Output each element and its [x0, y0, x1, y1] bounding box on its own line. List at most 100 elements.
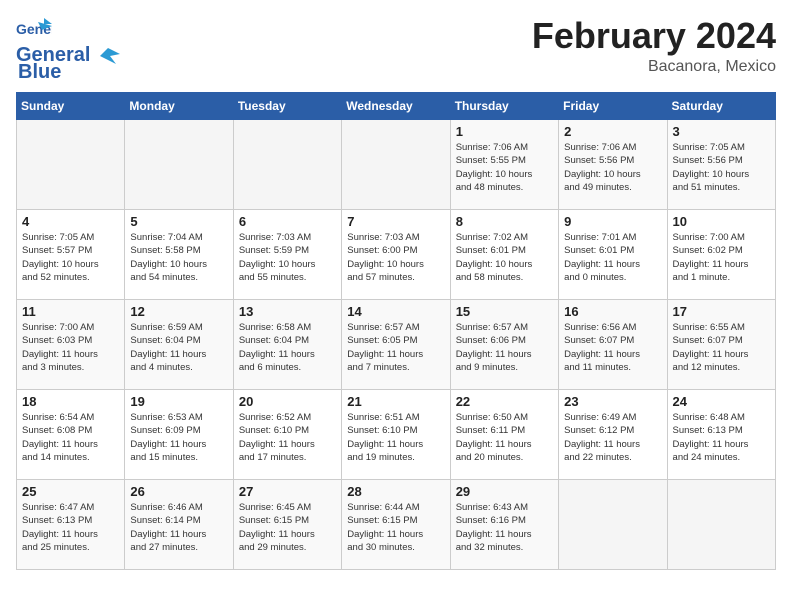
calendar-cell: 10Sunrise: 7:00 AMSunset: 6:02 PMDayligh… [667, 210, 775, 300]
month-title: February 2024 [532, 16, 776, 56]
day-info: Sunrise: 6:51 AMSunset: 6:10 PMDaylight:… [347, 411, 444, 464]
day-number: 7 [347, 214, 444, 229]
title-area: February 2024 Bacanora, Mexico [532, 16, 776, 76]
day-number: 13 [239, 304, 336, 319]
day-info: Sunrise: 6:56 AMSunset: 6:07 PMDaylight:… [564, 321, 661, 374]
day-number: 4 [22, 214, 119, 229]
day-info: Sunrise: 7:04 AMSunset: 5:58 PMDaylight:… [130, 231, 227, 284]
calendar-cell: 16 Sunrise: 6:56 AMSunset: 6:07 PMDayligh… [559, 300, 667, 390]
day-number: 26 [130, 484, 227, 499]
calendar-week-row: 1 Sunrise: 7:06 AMSunset: 5:55 PMDaylight… [17, 120, 776, 210]
calendar-cell: 4 Sunrise: 7:05 AMSunset: 5:57 PMDaylight… [17, 210, 125, 300]
weekday-header-friday: Friday [559, 93, 667, 120]
day-number: 19 [130, 394, 227, 409]
day-number: 5 [130, 214, 227, 229]
day-info: Sunrise: 7:05 AMSunset: 5:56 PMDaylight:… [673, 141, 770, 194]
day-number: 11 [22, 304, 119, 319]
day-info: Sunrise: 6:47 AMSunset: 6:13 PMDaylight:… [22, 501, 119, 554]
calendar-cell: 28 Sunrise: 6:44 AMSunset: 6:15 PMDayligh… [342, 480, 450, 570]
calendar-cell: 8 Sunrise: 7:02 AMSunset: 6:01 PMDaylight… [450, 210, 558, 300]
day-number: 22 [456, 394, 553, 409]
day-info: Sunrise: 6:55 AMSunset: 6:07 PMDaylight:… [673, 321, 770, 374]
calendar-cell: 22 Sunrise: 6:50 AMSunset: 6:11 PMDayligh… [450, 390, 558, 480]
calendar-cell [342, 120, 450, 210]
calendar-week-row: 25Sunrise: 6:47 AMSunset: 6:13 PMDayligh… [17, 480, 776, 570]
day-number: 29 [456, 484, 553, 499]
day-info: Sunrise: 6:46 AMSunset: 6:14 PMDaylight:… [130, 501, 227, 554]
calendar-cell: 26 Sunrise: 6:46 AMSunset: 6:14 PMDayligh… [125, 480, 233, 570]
day-number: 14 [347, 304, 444, 319]
day-info: Sunrise: 7:06 AMSunset: 5:55 PMDaylight:… [456, 141, 553, 194]
calendar-cell: 21 Sunrise: 6:51 AMSunset: 6:10 PMDayligh… [342, 390, 450, 480]
calendar-cell: 12Sunrise: 6:59 AMSunset: 6:04 PMDayligh… [125, 300, 233, 390]
logo-blue: Blue [18, 61, 61, 84]
calendar-cell: 29 Sunrise: 6:43 AMSunset: 6:16 PMDayligh… [450, 480, 558, 570]
calendar-cell: 23 Sunrise: 6:49 AMSunset: 6:12 PMDayligh… [559, 390, 667, 480]
day-number: 12 [130, 304, 227, 319]
calendar-cell: 15 Sunrise: 6:57 AMSunset: 6:06 PMDayligh… [450, 300, 558, 390]
calendar-cell: 3 Sunrise: 7:05 AMSunset: 5:56 PMDaylight… [667, 120, 775, 210]
day-info: Sunrise: 6:45 AMSunset: 6:15 PMDaylight:… [239, 501, 336, 554]
day-info: Sunrise: 7:03 AMSunset: 6:00 PMDaylight:… [347, 231, 444, 284]
day-info: Sunrise: 7:05 AMSunset: 5:57 PMDaylight:… [22, 231, 119, 284]
calendar-cell: 27 Sunrise: 6:45 AMSunset: 6:15 PMDayligh… [233, 480, 341, 570]
day-info: Sunrise: 6:52 AMSunset: 6:10 PMDaylight:… [239, 411, 336, 464]
day-info: Sunrise: 6:43 AMSunset: 6:16 PMDaylight:… [456, 501, 553, 554]
weekday-header-wednesday: Wednesday [342, 93, 450, 120]
weekday-header-row: SundayMondayTuesdayWednesdayThursdayFrid… [17, 93, 776, 120]
calendar-cell [559, 480, 667, 570]
calendar-cell: 18Sunrise: 6:54 AMSunset: 6:08 PMDayligh… [17, 390, 125, 480]
calendar-cell: 11Sunrise: 7:00 AMSunset: 6:03 PMDayligh… [17, 300, 125, 390]
calendar-week-row: 4 Sunrise: 7:05 AMSunset: 5:57 PMDaylight… [17, 210, 776, 300]
calendar-cell [125, 120, 233, 210]
calendar-cell [17, 120, 125, 210]
day-number: 23 [564, 394, 661, 409]
calendar-cell: 6Sunrise: 7:03 AMSunset: 5:59 PMDaylight… [233, 210, 341, 300]
calendar-cell: 25Sunrise: 6:47 AMSunset: 6:13 PMDayligh… [17, 480, 125, 570]
day-number: 9 [564, 214, 661, 229]
calendar-cell: 2 Sunrise: 7:06 AMSunset: 5:56 PMDaylight… [559, 120, 667, 210]
day-number: 16 [564, 304, 661, 319]
calendar-cell [233, 120, 341, 210]
day-number: 3 [673, 124, 770, 139]
day-number: 21 [347, 394, 444, 409]
weekday-header-tuesday: Tuesday [233, 93, 341, 120]
day-number: 2 [564, 124, 661, 139]
day-number: 27 [239, 484, 336, 499]
day-number: 10 [673, 214, 770, 229]
day-number: 18 [22, 394, 119, 409]
calendar-cell: 5 Sunrise: 7:04 AMSunset: 5:58 PMDaylight… [125, 210, 233, 300]
calendar-cell [667, 480, 775, 570]
calendar-week-row: 11Sunrise: 7:00 AMSunset: 6:03 PMDayligh… [17, 300, 776, 390]
calendar-cell: 17 Sunrise: 6:55 AMSunset: 6:07 PMDayligh… [667, 300, 775, 390]
day-number: 1 [456, 124, 553, 139]
weekday-header-saturday: Saturday [667, 93, 775, 120]
day-info: Sunrise: 7:03 AMSunset: 5:59 PMDaylight:… [239, 231, 336, 284]
calendar-cell: 13 Sunrise: 6:58 AMSunset: 6:04 PMDayligh… [233, 300, 341, 390]
day-info: Sunrise: 7:06 AMSunset: 5:56 PMDaylight:… [564, 141, 661, 194]
logo-bird-shape [90, 46, 120, 66]
day-info: Sunrise: 7:02 AMSunset: 6:01 PMDaylight:… [456, 231, 553, 284]
day-info: Sunrise: 7:01 AMSunset: 6:01 PMDaylight:… [564, 231, 661, 284]
day-info: Sunrise: 6:57 AMSunset: 6:06 PMDaylight:… [456, 321, 553, 374]
calendar-cell: 19Sunrise: 6:53 AMSunset: 6:09 PMDayligh… [125, 390, 233, 480]
day-info: Sunrise: 6:44 AMSunset: 6:15 PMDaylight:… [347, 501, 444, 554]
day-number: 15 [456, 304, 553, 319]
logo: General General Blue [16, 16, 120, 84]
day-info: Sunrise: 6:48 AMSunset: 6:13 PMDaylight:… [673, 411, 770, 464]
page-header: General General Blue February 2024 Bacan… [16, 16, 776, 84]
day-number: 24 [673, 394, 770, 409]
day-number: 20 [239, 394, 336, 409]
logo-icon: General [16, 16, 52, 44]
location: Bacanora, Mexico [532, 58, 776, 76]
day-info: Sunrise: 6:49 AMSunset: 6:12 PMDaylight:… [564, 411, 661, 464]
calendar-cell: 1 Sunrise: 7:06 AMSunset: 5:55 PMDaylight… [450, 120, 558, 210]
day-number: 17 [673, 304, 770, 319]
weekday-header-sunday: Sunday [17, 93, 125, 120]
day-number: 8 [456, 214, 553, 229]
day-info: Sunrise: 6:50 AMSunset: 6:11 PMDaylight:… [456, 411, 553, 464]
calendar-cell: 9 Sunrise: 7:01 AMSunset: 6:01 PMDaylight… [559, 210, 667, 300]
day-info: Sunrise: 6:58 AMSunset: 6:04 PMDaylight:… [239, 321, 336, 374]
day-number: 28 [347, 484, 444, 499]
day-info: Sunrise: 6:57 AMSunset: 6:05 PMDaylight:… [347, 321, 444, 374]
